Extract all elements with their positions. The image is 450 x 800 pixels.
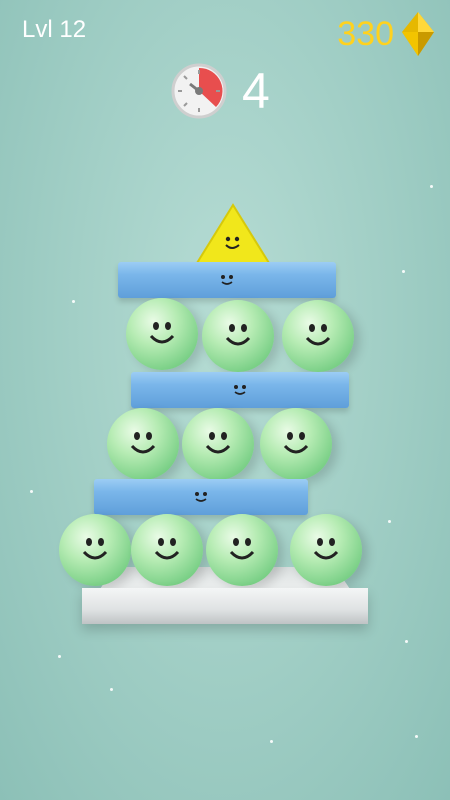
timer: 4 xyxy=(170,62,270,120)
ball[interactable] xyxy=(182,408,254,480)
ball[interactable] xyxy=(107,408,179,480)
plank-top[interactable] xyxy=(118,262,336,298)
triangle-block[interactable] xyxy=(195,203,271,265)
plank-bottom[interactable] xyxy=(94,479,308,515)
ball[interactable] xyxy=(59,514,131,586)
ball[interactable] xyxy=(131,514,203,586)
ball[interactable] xyxy=(290,514,362,586)
timer-value: 4 xyxy=(242,63,270,119)
ball[interactable] xyxy=(202,300,274,372)
gem-icon xyxy=(402,12,434,56)
ball[interactable] xyxy=(206,514,278,586)
ball[interactable] xyxy=(282,300,354,372)
gem-count: 330 xyxy=(337,14,394,53)
ball[interactable] xyxy=(126,298,198,370)
ball[interactable] xyxy=(260,408,332,480)
plank-middle[interactable] xyxy=(131,372,349,408)
gem-counter: 330 xyxy=(337,12,434,56)
stopwatch-icon xyxy=(171,63,227,119)
level-label: Lvl 12 xyxy=(22,16,87,43)
base-platform xyxy=(82,588,368,624)
